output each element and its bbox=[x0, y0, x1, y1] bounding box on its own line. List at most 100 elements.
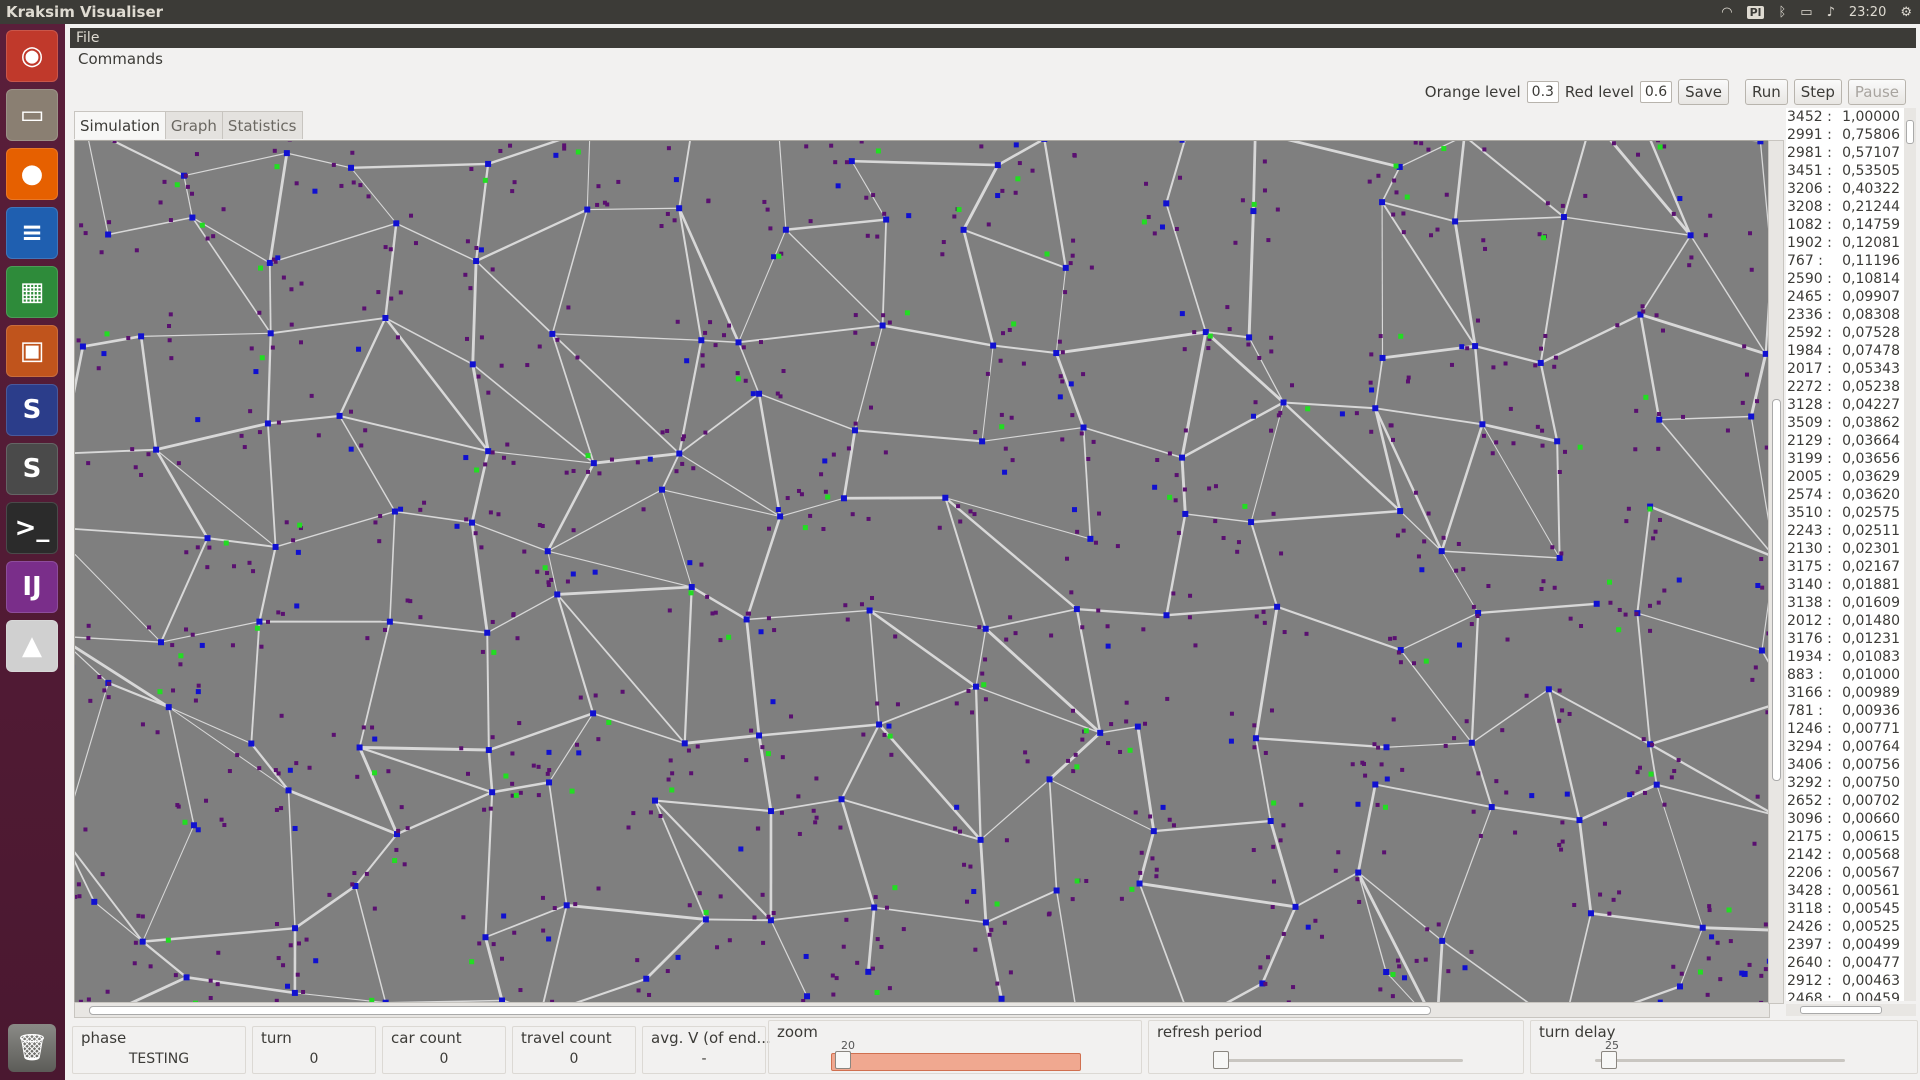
road-segment bbox=[701, 339, 739, 344]
turn-delay-slider[interactable]: 25 bbox=[1595, 1039, 1845, 1075]
list-item[interactable]: 3175 : 0,02167 bbox=[1786, 558, 1904, 576]
zoom-slider[interactable]: 20 bbox=[831, 1039, 1081, 1075]
calc-icon[interactable]: ▦ bbox=[6, 266, 58, 318]
app-swirl-icon[interactable]: S bbox=[6, 384, 58, 436]
list-item[interactable]: 3128 : 0,04227 bbox=[1786, 396, 1904, 414]
list-item[interactable]: 2017 : 0,05343 bbox=[1786, 360, 1904, 378]
list-item[interactable]: 3406 : 0,00756 bbox=[1786, 756, 1904, 774]
zoom-slider-knob[interactable] bbox=[835, 1051, 851, 1069]
list-item[interactable]: 2652 : 0,00702 bbox=[1786, 792, 1904, 810]
save-button[interactable]: Save bbox=[1678, 79, 1729, 105]
wifi-icon[interactable]: ◠ bbox=[1721, 5, 1732, 20]
list-item[interactable]: 3140 : 0,01881 bbox=[1786, 576, 1904, 594]
list-item[interactable]: 2640 : 0,00477 bbox=[1786, 954, 1904, 972]
canvas-horizontal-scrollbar[interactable] bbox=[74, 1002, 1770, 1018]
scrollbar-thumb[interactable] bbox=[1906, 120, 1914, 144]
keyboard-layout-indicator[interactable]: Pl bbox=[1746, 5, 1765, 19]
java-app-icon[interactable]: ▲ bbox=[6, 620, 58, 672]
refresh-period-slider[interactable] bbox=[1213, 1045, 1463, 1075]
list-item[interactable]: 1984 : 0,07478 bbox=[1786, 342, 1904, 360]
ubuntu-home-icon[interactable]: ◉ bbox=[6, 30, 58, 82]
list-item[interactable]: 2243 : 0,02511 bbox=[1786, 522, 1904, 540]
list-item[interactable]: 3118 : 0,00545 bbox=[1786, 900, 1904, 918]
refresh-slider-track bbox=[1213, 1059, 1463, 1062]
list-item[interactable]: 3452 : 1,00000 bbox=[1786, 108, 1904, 126]
list-item[interactable]: 3166 : 0,00989 bbox=[1786, 684, 1904, 702]
list-item[interactable]: 1082 : 0,14759 bbox=[1786, 216, 1904, 234]
list-item[interactable]: 2426 : 0,00525 bbox=[1786, 918, 1904, 936]
list-item[interactable]: 1902 : 0,12081 bbox=[1786, 234, 1904, 252]
red-level-field[interactable]: 0.6 bbox=[1639, 81, 1673, 103]
firefox-icon[interactable]: ● bbox=[6, 148, 58, 200]
list-item[interactable]: 2592 : 0,07528 bbox=[1786, 324, 1904, 342]
road-segment bbox=[1269, 820, 1297, 908]
refresh-slider-knob[interactable] bbox=[1213, 1051, 1229, 1069]
intersection-node bbox=[1013, 142, 1019, 148]
trash-icon[interactable]: 🗑 bbox=[8, 1024, 56, 1072]
list-item[interactable]: 3206 : 0,40322 bbox=[1786, 180, 1904, 198]
canvas-vertical-scrollbar[interactable] bbox=[1768, 140, 1784, 1004]
tab-statistics[interactable]: Statistics bbox=[221, 111, 303, 139]
list-item[interactable]: 3138 : 0,01609 bbox=[1786, 594, 1904, 612]
list-item[interactable]: 3428 : 0,00561 bbox=[1786, 882, 1904, 900]
list-item[interactable]: 3208 : 0,21244 bbox=[1786, 198, 1904, 216]
turn-delay-slider-knob[interactable] bbox=[1601, 1051, 1617, 1069]
tab-graph[interactable]: Graph bbox=[164, 111, 223, 139]
list-item[interactable]: 2206 : 0,00567 bbox=[1786, 864, 1904, 882]
list-item[interactable]: 2912 : 0,00463 bbox=[1786, 972, 1904, 990]
pause-button[interactable]: Pause bbox=[1847, 79, 1906, 105]
step-button[interactable]: Step bbox=[1793, 79, 1842, 105]
writer-icon[interactable]: ≡ bbox=[6, 207, 58, 259]
list-item[interactable]: 2129 : 0,03664 bbox=[1786, 432, 1904, 450]
list-item[interactable]: 2590 : 0,10814 bbox=[1786, 270, 1904, 288]
terminal-icon[interactable]: >_ bbox=[6, 502, 58, 554]
volume-icon[interactable]: ♪ bbox=[1827, 5, 1835, 20]
files-icon[interactable]: ▭ bbox=[6, 89, 58, 141]
sublime-icon[interactable]: S bbox=[6, 443, 58, 495]
list-item[interactable]: 2574 : 0,03620 bbox=[1786, 486, 1904, 504]
list-item[interactable]: 767 : 0,11196 bbox=[1786, 252, 1904, 270]
list-item[interactable]: 2465 : 0,09907 bbox=[1786, 288, 1904, 306]
list-item[interactable]: 781 : 0,00936 bbox=[1786, 702, 1904, 720]
list-item[interactable]: 2175 : 0,00615 bbox=[1786, 828, 1904, 846]
road-network-map[interactable] bbox=[75, 141, 1769, 1003]
list-item[interactable]: 3294 : 0,00764 bbox=[1786, 738, 1904, 756]
clock[interactable]: 23:20 bbox=[1849, 5, 1886, 20]
bluetooth-icon[interactable]: ᛒ bbox=[1778, 5, 1786, 20]
list-item[interactable]: 3292 : 0,00750 bbox=[1786, 774, 1904, 792]
list-item[interactable]: 3451 : 0,53505 bbox=[1786, 162, 1904, 180]
list-item[interactable]: 3096 : 0,00660 bbox=[1786, 810, 1904, 828]
simulation-canvas[interactable] bbox=[74, 140, 1770, 1004]
list-item[interactable]: 2130 : 0,02301 bbox=[1786, 540, 1904, 558]
menu-file[interactable]: File bbox=[76, 30, 99, 46]
battery-icon[interactable]: ▭ bbox=[1800, 5, 1812, 20]
list-item[interactable]: 1246 : 0,00771 bbox=[1786, 720, 1904, 738]
list-item[interactable]: 2981 : 0,57107 bbox=[1786, 144, 1904, 162]
scrollbar-thumb[interactable] bbox=[89, 1006, 1431, 1015]
tab-simulation[interactable]: Simulation bbox=[74, 111, 166, 139]
statistics-list[interactable]: 3452 :1,00000 2991 :0,75806 2981 :0,57107 3… bbox=[1786, 108, 1904, 1001]
scrollbar-thumb[interactable] bbox=[1800, 1006, 1882, 1014]
list-item[interactable]: 3510 : 0,02575 bbox=[1786, 504, 1904, 522]
list-item[interactable]: 883 : 0,01000 bbox=[1786, 666, 1904, 684]
statistics-vertical-scrollbar[interactable] bbox=[1904, 108, 1916, 1001]
run-button[interactable]: Run bbox=[1744, 79, 1788, 105]
list-item[interactable]: 2272 : 0,05238 bbox=[1786, 378, 1904, 396]
list-item[interactable]: 2336 : 0,08308 bbox=[1786, 306, 1904, 324]
orange-level-field[interactable]: 0.3 bbox=[1526, 81, 1559, 103]
list-item[interactable]: 1934 : 0,01083 bbox=[1786, 648, 1904, 666]
gear-icon[interactable]: ⚙ bbox=[1900, 5, 1912, 20]
list-item[interactable]: 3176 : 0,01231 bbox=[1786, 630, 1904, 648]
list-item[interactable]: 2468 : 0,00459 bbox=[1786, 990, 1904, 1001]
list-item[interactable]: 2142 : 0,00568 bbox=[1786, 846, 1904, 864]
intellij-icon[interactable]: IJ bbox=[6, 561, 58, 613]
list-item[interactable]: 3509 : 0,03862 bbox=[1786, 414, 1904, 432]
scrollbar-thumb[interactable] bbox=[1772, 399, 1781, 781]
impress-icon[interactable]: ▣ bbox=[6, 325, 58, 377]
list-item[interactable]: 2012 : 0,01480 bbox=[1786, 612, 1904, 630]
list-item[interactable]: 2005 : 0,03629 bbox=[1786, 468, 1904, 486]
list-item[interactable]: 2991 : 0,75806 bbox=[1786, 126, 1904, 144]
statistics-horizontal-scrollbar[interactable] bbox=[1786, 1004, 1916, 1016]
list-item[interactable]: 3199 : 0,03656 bbox=[1786, 450, 1904, 468]
list-item[interactable]: 2397 : 0,00499 bbox=[1786, 936, 1904, 954]
